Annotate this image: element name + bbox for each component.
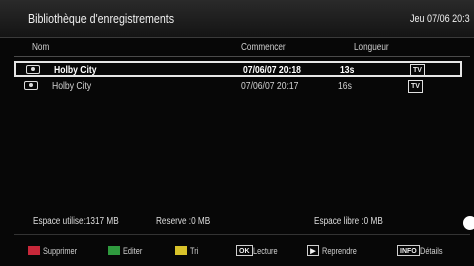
key-resume-label: Reprendre: [322, 246, 357, 256]
recording-length: 16s: [338, 80, 352, 92]
recording-start: 07/06/07 20:18: [243, 64, 301, 76]
ok-key-icon: OK: [236, 245, 253, 256]
footer-divider: [14, 234, 470, 235]
recording-icon: [26, 65, 40, 74]
play-key-icon: ▶: [307, 245, 319, 256]
recording-row[interactable]: Holby City 07/06/07 20:18 13s TV: [14, 61, 462, 77]
key-delete-label: Supprimer: [43, 246, 78, 256]
column-header-name[interactable]: Nom: [32, 42, 49, 53]
green-key-icon: [108, 246, 120, 255]
column-header-start[interactable]: Commencer: [241, 42, 286, 53]
recording-length: 13s: [340, 64, 355, 76]
key-play-label: Lecture: [253, 246, 278, 256]
status-indicator-icon: [463, 216, 474, 230]
storage-status-bar: Espace utilise:1317 MB Reserve :0 MB Esp…: [0, 206, 474, 230]
yellow-key-icon: [175, 246, 187, 255]
key-details-label: Détails: [420, 246, 443, 256]
space-reserved: Reserve :0 MB: [156, 216, 211, 227]
recording-name: Holby City: [52, 80, 92, 92]
recording-row[interactable]: Holby City 07/06/07 20:17 16s TV: [14, 79, 462, 95]
tv-badge-icon: TV: [408, 80, 423, 93]
column-divider: [14, 56, 470, 57]
key-legend: Supprimer Editer Tri OK Lecture ▶ Repren…: [0, 238, 474, 266]
header-bar: Bibliothèque d'enregistrements Jeu 07/06…: [0, 0, 474, 38]
recording-name: Holby City: [54, 64, 97, 76]
space-used: Espace utilise:1317 MB: [33, 216, 119, 227]
tv-badge-icon: TV: [410, 64, 425, 77]
recording-icon: [24, 81, 38, 90]
recordings-library-screen: Bibliothèque d'enregistrements Jeu 07/06…: [0, 0, 474, 266]
column-header-length[interactable]: Longueur: [354, 42, 389, 53]
info-key-icon: INFO: [397, 245, 420, 256]
key-edit-label: Editer: [123, 246, 143, 256]
page-title: Bibliothèque d'enregistrements: [28, 11, 175, 26]
recording-start: 07/06/07 20:17: [241, 80, 299, 92]
date-time: Jeu 07/06 20:3: [410, 13, 470, 25]
key-sort-label: Tri: [190, 246, 199, 256]
space-free: Espace libre :0 MB: [314, 216, 383, 227]
red-key-icon: [28, 246, 40, 255]
